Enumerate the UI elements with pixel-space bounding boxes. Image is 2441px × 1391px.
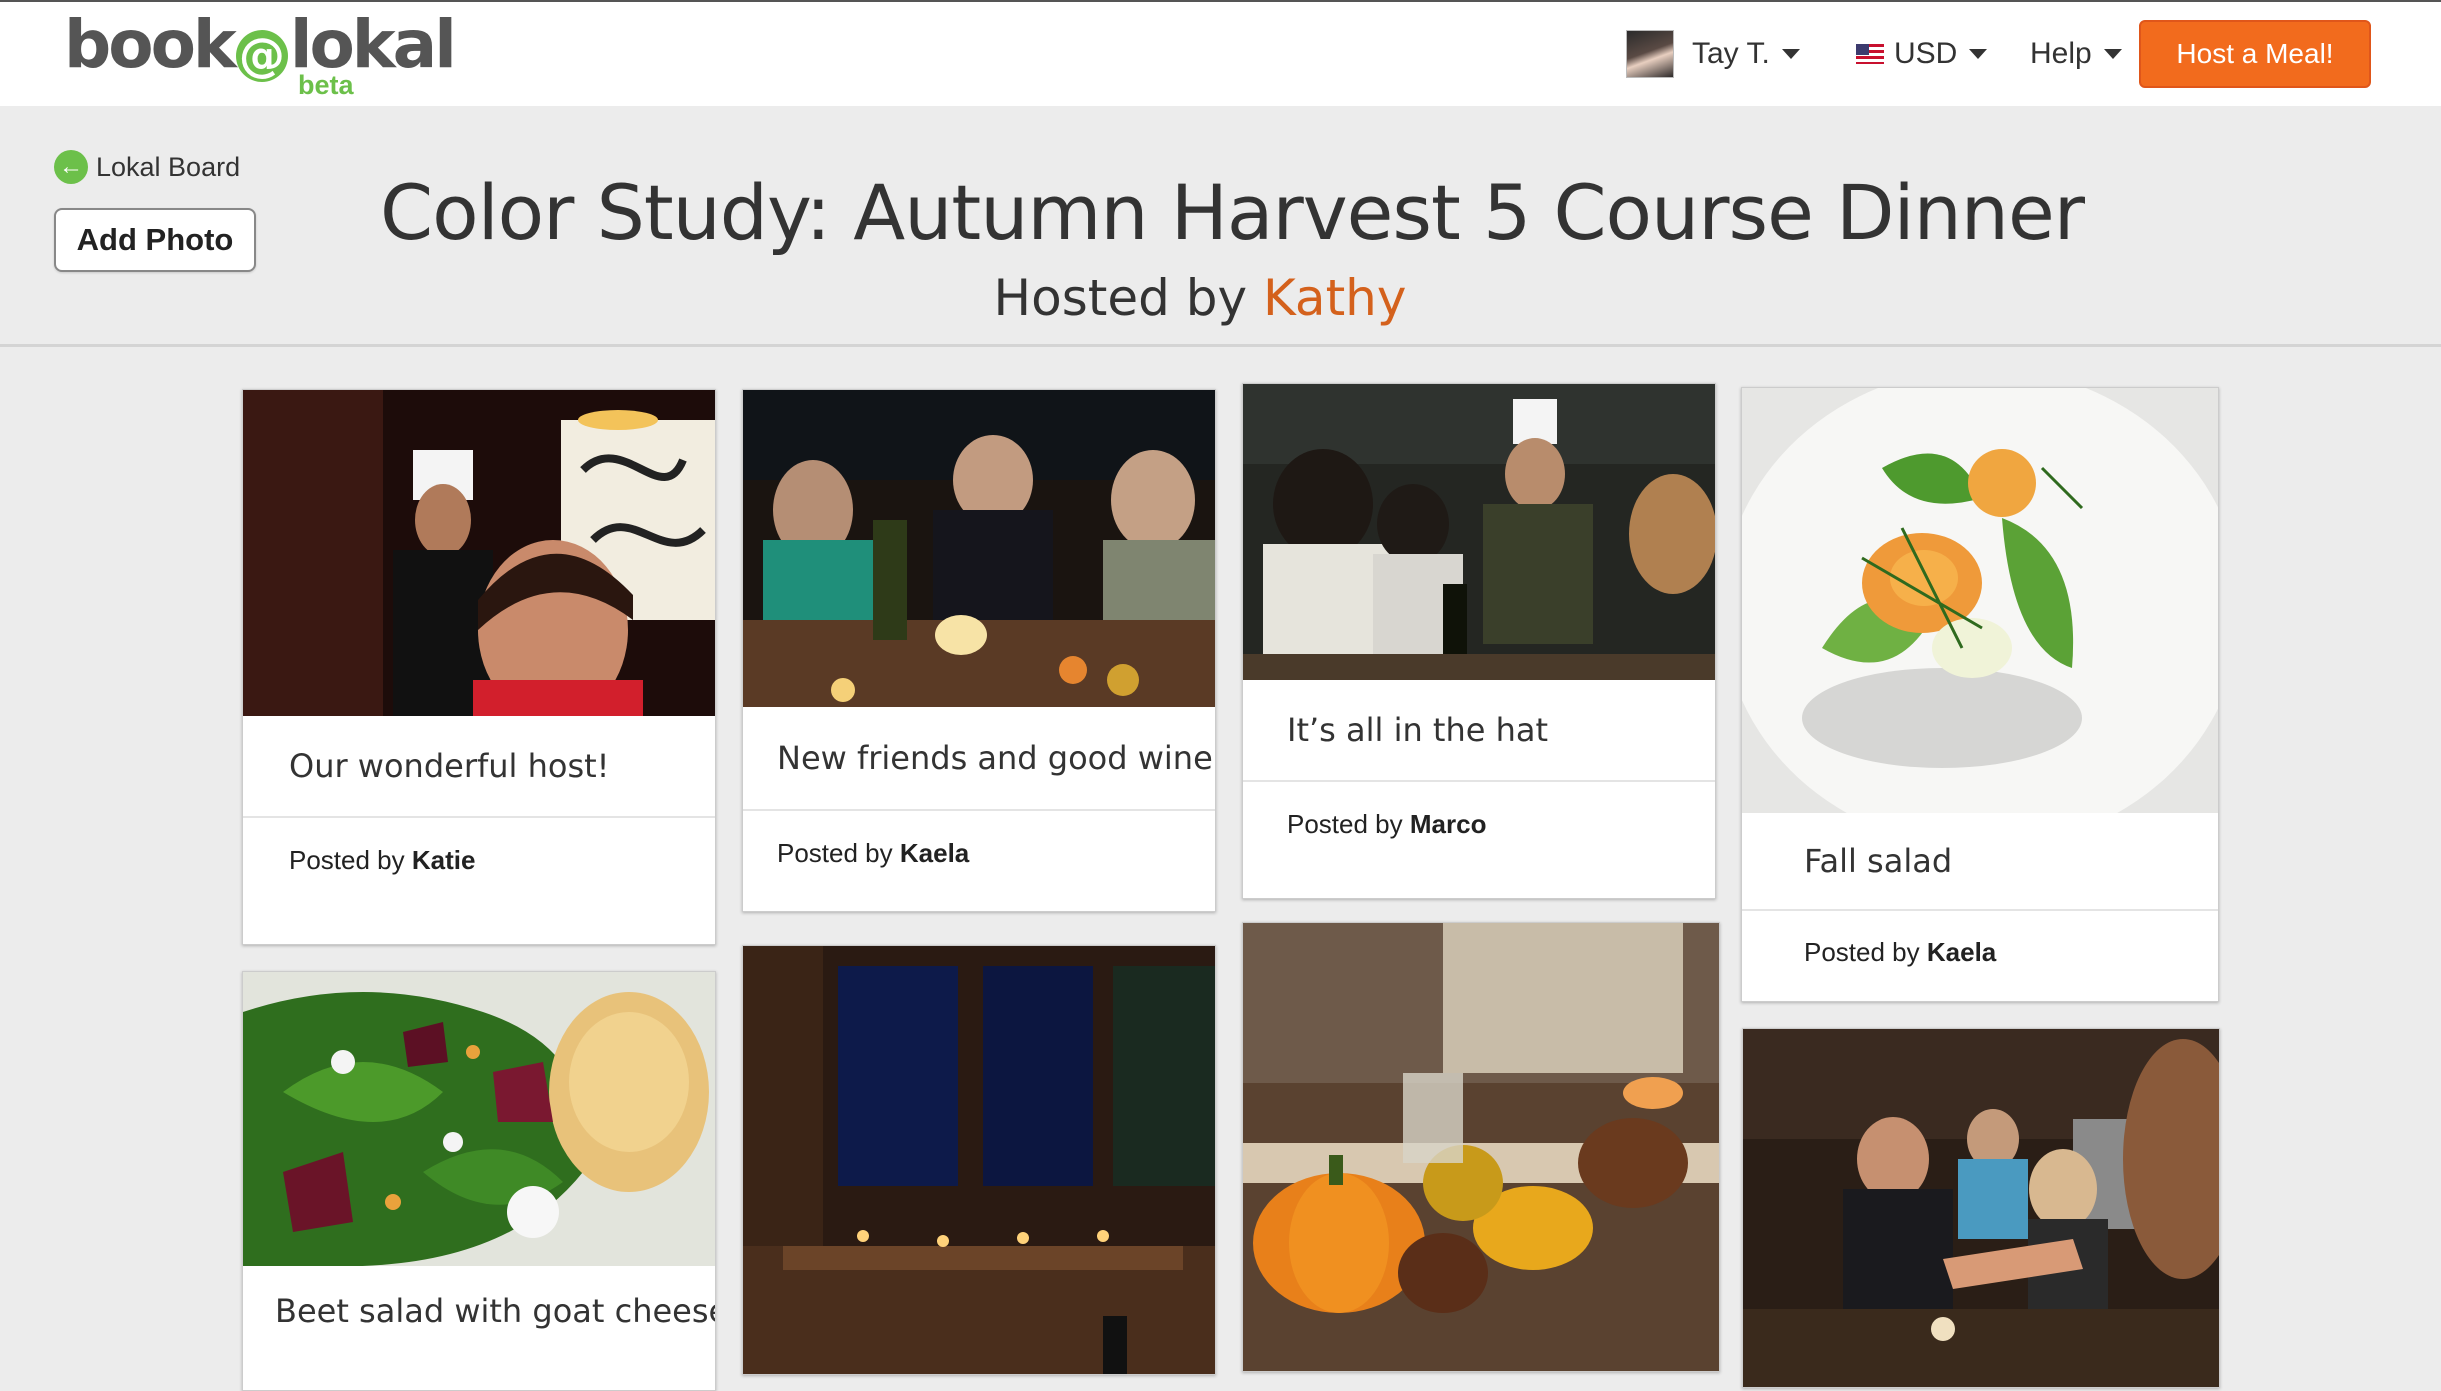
posted-by: Posted by Marco	[1243, 780, 1715, 864]
photo-card[interactable]	[742, 945, 1216, 1375]
photo-card[interactable]: Fall salad Posted by Kaela	[1741, 387, 2219, 1002]
chevron-down-icon	[2103, 49, 2122, 59]
photo-friends-wine[interactable]	[743, 390, 1215, 707]
help-menu[interactable]: Help	[2030, 28, 2122, 80]
user-avatar	[1626, 30, 1674, 78]
logo-wordmark: book @lokal	[64, 6, 457, 83]
photo-image	[1743, 1029, 2219, 1387]
posted-by: Posted by Kaela	[743, 809, 1215, 893]
post-author-link[interactable]: Katie	[412, 845, 476, 875]
logo-at-icon: @	[235, 30, 288, 82]
photo-card[interactable]	[1242, 922, 1720, 1372]
hosted-by-prefix: Hosted by	[993, 269, 1248, 327]
chevron-down-icon	[1969, 49, 1988, 59]
photo-guests-toast[interactable]	[1743, 1029, 2219, 1387]
back-link-label: Lokal Board	[96, 151, 241, 182]
post-caption: New friends and good wine	[777, 739, 1213, 777]
user-name: Tay T.	[1692, 37, 1770, 70]
host-a-meal-button[interactable]: Host a Meal!	[2139, 20, 2371, 88]
add-photo-button[interactable]: Add Photo	[54, 208, 256, 272]
posted-by: Posted by Kaela	[1742, 909, 2218, 991]
hosted-by-line: Hosted by Kathy	[380, 266, 2020, 330]
top-navigation-bar: book @lokal beta Tay T. USD Help Host a M…	[0, 0, 2441, 106]
photo-image	[743, 390, 1215, 707]
photo-fall-salad[interactable]	[1742, 388, 2218, 813]
host-name-link[interactable]: Kathy	[1263, 269, 1406, 327]
booklokal-logo[interactable]: book @lokal beta	[64, 6, 457, 102]
post-caption: Fall salad	[1804, 842, 1953, 880]
user-menu[interactable]: Tay T.	[1626, 28, 1800, 80]
photo-image	[1243, 384, 1715, 680]
photo-card[interactable]: Our wonderful host! Posted by Katie	[242, 389, 716, 945]
photo-card[interactable]: New friends and good wine Posted by Kael…	[742, 389, 1216, 912]
photo-card[interactable]: Beet salad with goat cheese	[242, 971, 716, 1391]
photo-image	[243, 390, 715, 716]
photo-image	[1742, 388, 2218, 813]
header-divider	[0, 344, 2441, 347]
help-label: Help	[2030, 37, 2092, 70]
photo-image	[743, 946, 1215, 1374]
posted-by: Posted by Katie	[243, 816, 715, 900]
post-caption: Beet salad with goat cheese	[275, 1292, 716, 1330]
photo-card[interactable]	[1742, 1028, 2220, 1388]
chevron-down-icon	[1781, 49, 1800, 59]
photo-dining-room[interactable]	[743, 946, 1215, 1374]
beta-badge: beta	[298, 70, 354, 100]
post-caption: Our wonderful host!	[289, 747, 610, 785]
back-to-lokal-board-link[interactable]: ← Lokal Board	[54, 150, 240, 184]
arrow-left-icon: ←	[54, 150, 88, 184]
photo-host-chef[interactable]	[243, 390, 715, 716]
post-caption: It’s all in the hat	[1287, 711, 1549, 749]
page-title: Color Study: Autumn Harvest 5 Course Din…	[380, 168, 2085, 257]
currency-label: USD	[1894, 37, 1958, 70]
post-author-link[interactable]: Kaela	[1927, 937, 1996, 967]
currency-menu[interactable]: USD	[1856, 28, 1988, 80]
photo-card[interactable]: It’s all in the hat Posted by Marco	[1242, 383, 1716, 899]
photo-pumpkins[interactable]	[1243, 923, 1719, 1371]
photo-beet-salad[interactable]	[243, 972, 715, 1266]
post-author-link[interactable]: Marco	[1410, 809, 1487, 839]
photo-image	[243, 972, 715, 1266]
photo-chef-hat[interactable]	[1243, 384, 1715, 680]
post-author-link[interactable]: Kaela	[900, 838, 969, 868]
photo-image	[1243, 923, 1719, 1371]
us-flag-icon	[1856, 44, 1884, 64]
